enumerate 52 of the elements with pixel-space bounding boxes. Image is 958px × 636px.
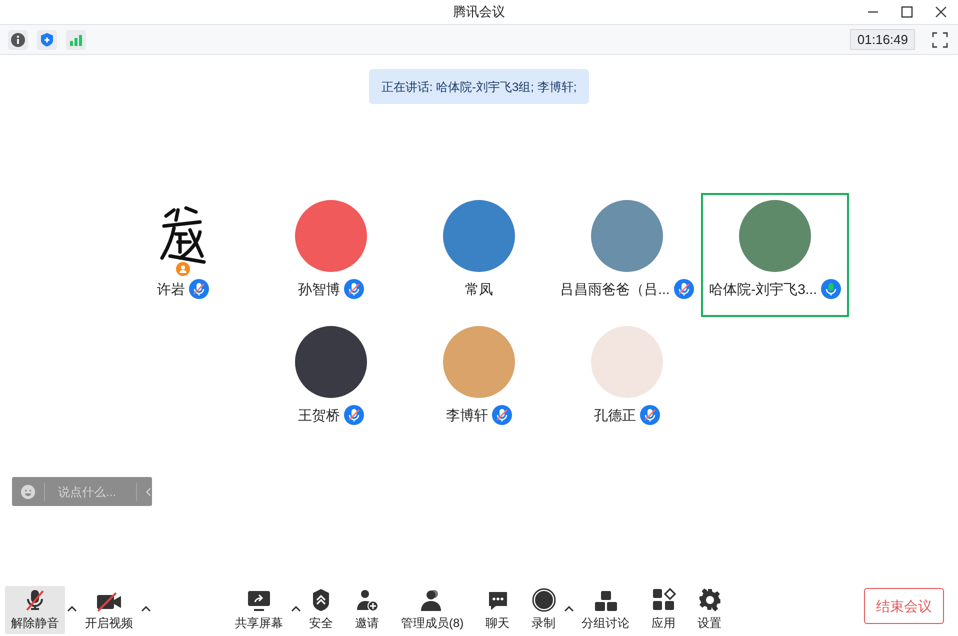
chevron-left-icon[interactable] (144, 486, 152, 496)
participant-tile[interactable]: 常凤 (405, 193, 553, 317)
meeting-timer: 01:16:49 (850, 29, 915, 50)
record-icon (532, 588, 556, 612)
participant-name: 孔德正 (594, 406, 636, 424)
caret-icon[interactable] (564, 606, 574, 612)
participant-tile[interactable]: 许岩 (109, 193, 257, 317)
toolbar-button[interactable]: 安全 (303, 586, 339, 634)
toolbar-button[interactable]: 分组讨论 (576, 586, 636, 634)
maximize-icon[interactable] (900, 5, 914, 19)
screen-share-icon (247, 590, 271, 612)
participant-tile[interactable]: 孙智博 (257, 193, 405, 317)
end-meeting-button[interactable]: 结束会议 (864, 588, 944, 624)
video-off-icon (96, 592, 122, 612)
speaking-banner: 正在讲话: 哈体院-刘宇飞3组; 李博轩; (369, 69, 589, 104)
shield-icon (311, 588, 331, 612)
fullscreen-icon[interactable] (930, 30, 950, 50)
participant-name: 常凤 (465, 280, 493, 298)
chat-text-input[interactable]: 说点什么... (58, 482, 136, 500)
participant-name: 哈体院-刘宇飞3... (708, 280, 818, 298)
caret-icon[interactable] (67, 606, 77, 612)
participant-tile[interactable]: 王贺桥 (257, 319, 405, 443)
caret-icon[interactable] (291, 606, 301, 612)
toolbar-button[interactable]: 开启视频 (79, 586, 139, 634)
participant-tile[interactable]: 孔德正 (553, 319, 701, 443)
participant-tile[interactable]: 吕昌雨爸爸（吕... (553, 193, 701, 317)
chat-input[interactable]: 说点什么... (12, 477, 152, 506)
participant-name: 王贺桥 (298, 406, 340, 424)
toolbar-button[interactable]: 设置 (692, 586, 728, 634)
toolbar-button[interactable]: 邀请 (349, 586, 385, 634)
toolbar-button[interactable]: 录制 (526, 586, 562, 634)
toolbar-button[interactable]: 管理成员(8) (395, 586, 470, 634)
participant-name: 李博轩 (446, 406, 488, 424)
caret-icon[interactable] (141, 606, 151, 612)
settings-icon (698, 588, 722, 612)
participant-tile[interactable]: 李博轩 (405, 319, 553, 443)
shield-icon[interactable] (37, 30, 57, 50)
toolbar-button[interactable]: 聊天 (480, 586, 516, 634)
chat-bubble-icon (486, 590, 509, 612)
close-icon[interactable] (934, 5, 948, 19)
participant-tile[interactable]: 哈体院-刘宇飞3... (701, 193, 849, 317)
toolbar-button[interactable]: 应用 (646, 586, 682, 634)
toolbar-button[interactable]: 解除静音 (5, 586, 65, 634)
info-icon[interactable] (8, 30, 28, 50)
apps-icon (652, 588, 676, 612)
participant-name: 吕昌雨爸爸（吕... (560, 280, 670, 298)
participant-name: 许岩 (157, 280, 185, 298)
window-title: 腾讯会议 (453, 3, 505, 22)
blocks-icon (594, 590, 618, 612)
add-user-icon (355, 588, 379, 612)
participant-name: 孙智博 (298, 280, 340, 298)
toolbar-button[interactable]: 共享屏幕 (229, 586, 289, 634)
